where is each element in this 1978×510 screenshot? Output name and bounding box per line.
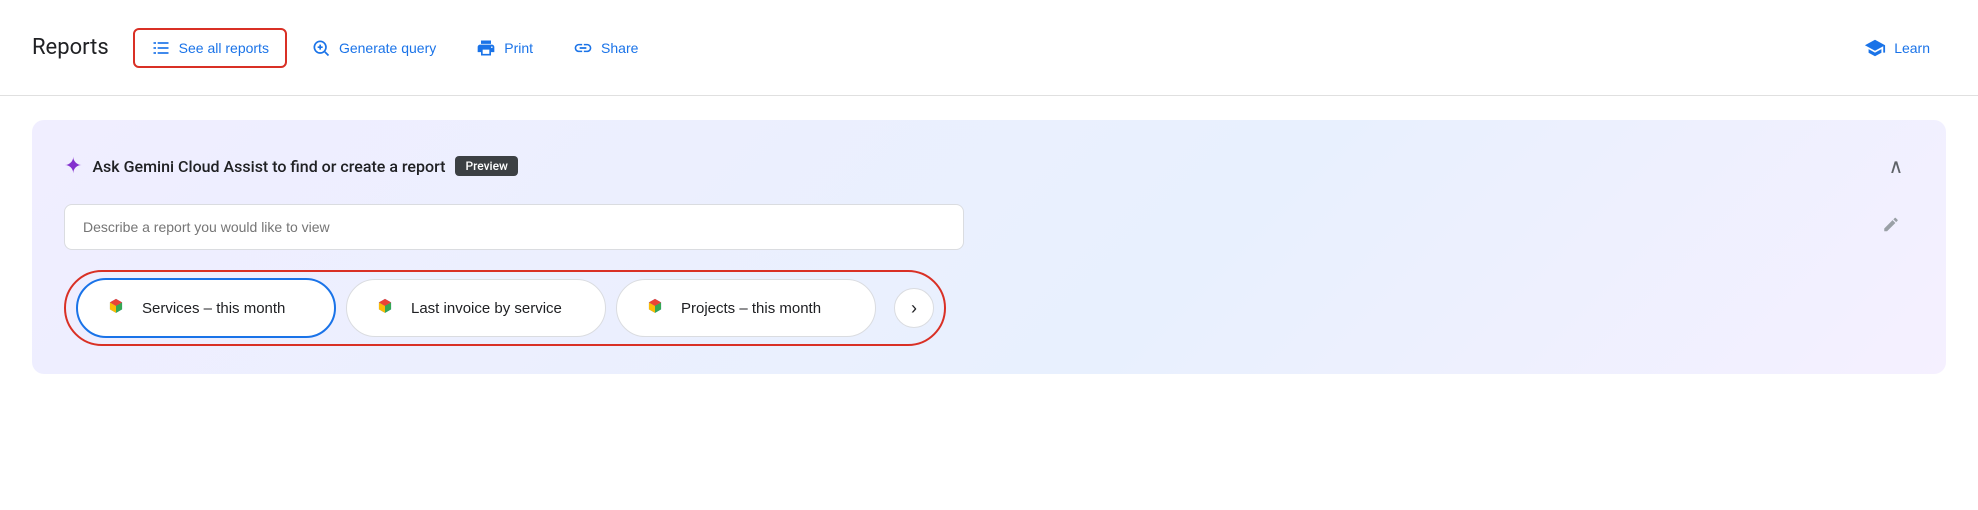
learn-icon (1864, 37, 1886, 59)
print-button[interactable]: Print (460, 30, 549, 66)
gemini-card: ✦ Ask Gemini Cloud Assist to find or cre… (32, 120, 1946, 374)
sparkle-icon: ✦ (64, 154, 82, 179)
chevron-right-icon: › (911, 298, 917, 319)
next-quick-buttons-button[interactable]: › (894, 288, 934, 328)
gemini-card-header: ✦ Ask Gemini Cloud Assist to find or cre… (64, 148, 1914, 184)
services-this-month-button[interactable]: Services – this month (76, 278, 336, 338)
quick-buttons-container: Services – this month Last invoice by se… (64, 270, 946, 346)
share-icon (573, 38, 593, 58)
toolbar: Reports See all reports Generate query P… (0, 0, 1978, 96)
gemini-title-row: ✦ Ask Gemini Cloud Assist to find or cre… (64, 154, 518, 179)
learn-button[interactable]: Learn (1848, 29, 1946, 67)
print-icon (476, 38, 496, 58)
see-all-reports-label: See all reports (179, 40, 269, 56)
generate-query-icon (311, 38, 331, 58)
share-button[interactable]: Share (557, 30, 654, 66)
gemini-card-title: Ask Gemini Cloud Assist to find or creat… (92, 157, 445, 176)
services-this-month-label: Services – this month (142, 300, 285, 317)
main-content: ✦ Ask Gemini Cloud Assist to find or cre… (0, 96, 1978, 398)
last-invoice-label: Last invoice by service (411, 300, 562, 317)
google-cloud-logo-2 (371, 294, 399, 322)
print-label: Print (504, 40, 533, 56)
gemini-search-input[interactable] (64, 204, 964, 250)
share-label: Share (601, 40, 638, 56)
preview-badge: Preview (455, 156, 518, 176)
projects-this-month-label: Projects – this month (681, 300, 821, 317)
projects-this-month-button[interactable]: Projects – this month (616, 279, 876, 337)
gemini-input-wrapper (64, 204, 1914, 250)
page-title: Reports (32, 35, 109, 60)
learn-label: Learn (1894, 40, 1930, 56)
list-icon (151, 38, 171, 58)
chevron-up-icon: ∧ (1889, 154, 1904, 179)
collapse-button[interactable]: ∧ (1878, 148, 1914, 184)
generate-query-label: Generate query (339, 40, 436, 56)
google-cloud-logo-3 (641, 294, 669, 322)
google-cloud-logo-1 (102, 294, 130, 322)
last-invoice-button[interactable]: Last invoice by service (346, 279, 606, 337)
edit-icon (1882, 216, 1900, 239)
generate-query-button[interactable]: Generate query (295, 30, 452, 66)
see-all-reports-button[interactable]: See all reports (133, 28, 287, 68)
